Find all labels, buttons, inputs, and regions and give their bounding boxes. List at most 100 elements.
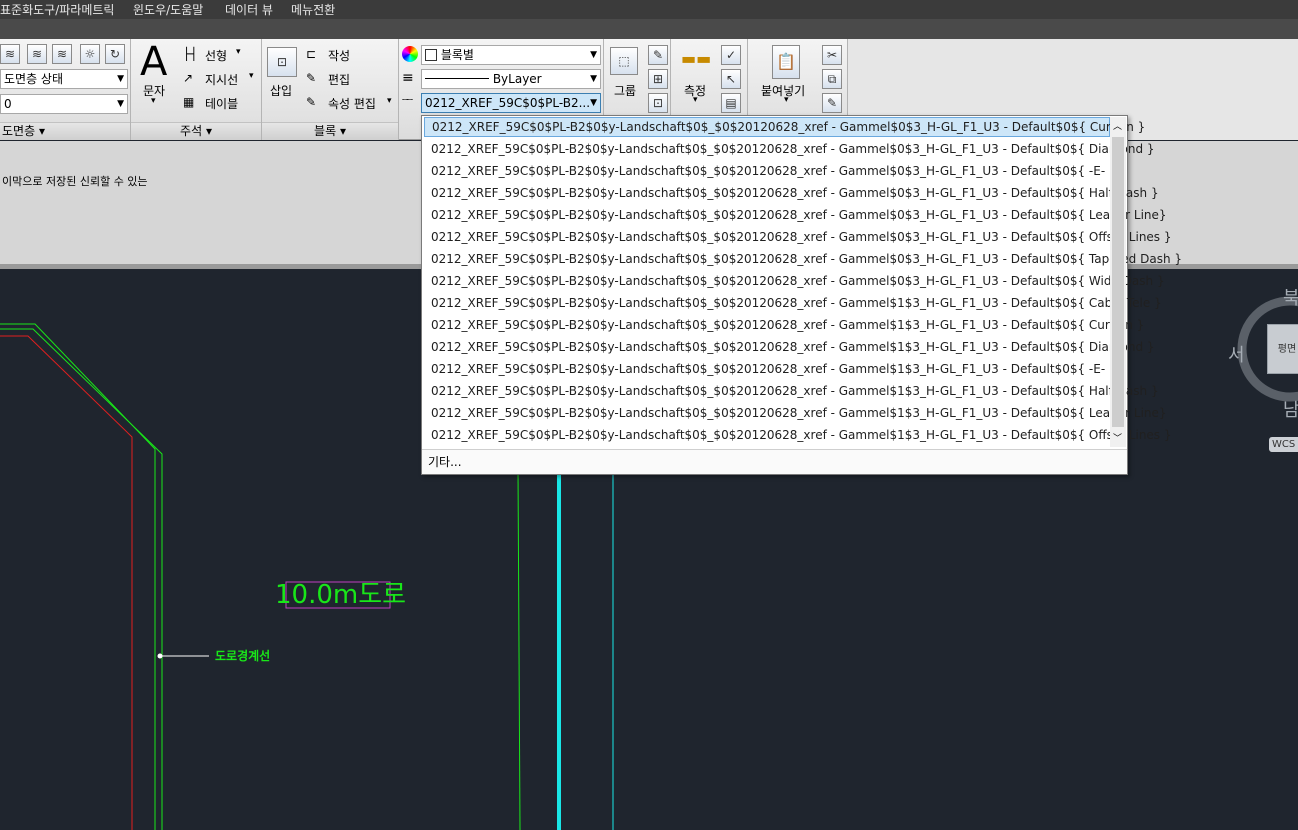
copy-icon[interactable]: ⧉ bbox=[822, 69, 842, 89]
block-panel-title: 블록 bbox=[314, 124, 337, 138]
chevron-down-icon[interactable]: ▾ bbox=[236, 47, 241, 57]
compass-west[interactable]: 서 bbox=[1228, 341, 1245, 367]
layer-combo[interactable]: 0 ▼ bbox=[0, 94, 128, 114]
layers-panel-title: 도면층 bbox=[2, 124, 36, 138]
layer-state-combo[interactable]: 도면층 상태 ▼ bbox=[0, 69, 128, 89]
dropdown-list-item[interactable]: 0212_XREF_59C$0$PL-B2$0$y-Landschaft$0$_… bbox=[424, 271, 1165, 291]
color-wheel-icon bbox=[402, 46, 418, 62]
linetype-dropdown-list: 0212_XREF_59C$0$PL-B2$0$y-Landschaft$0$_… bbox=[421, 115, 1182, 475]
group-edit-icon[interactable]: ⊞ bbox=[648, 69, 668, 89]
dropdown-list-item[interactable]: 0212_XREF_59C$0$PL-B2$0$y-Landschaft$0$_… bbox=[424, 227, 1172, 247]
calculator-icon[interactable]: ▤ bbox=[721, 93, 741, 113]
match-properties-icon[interactable]: ✎ bbox=[822, 93, 842, 113]
layer-isolate-icon[interactable]: ≋ bbox=[27, 44, 47, 64]
edit-block-icon[interactable]: ✎ bbox=[306, 71, 316, 85]
annotation-panel-title: 주석 bbox=[180, 124, 203, 138]
chevron-down-icon[interactable]: ▾ bbox=[151, 96, 156, 106]
menu-item-standard-tools[interactable]: 표준화도구/파라메트릭 bbox=[0, 1, 114, 18]
layer-state-value: 도면층 상태 bbox=[4, 72, 64, 86]
cut-icon[interactable]: ✂ bbox=[822, 45, 842, 65]
text-tool-icon[interactable]: A bbox=[140, 39, 167, 85]
menu-item-switch-menu[interactable]: 메뉴전환 bbox=[291, 1, 335, 18]
annotation-panel-footer[interactable]: 주석 ▾ bbox=[131, 122, 261, 140]
chevron-down-icon: ▼ bbox=[590, 74, 597, 84]
layers-panel-footer[interactable]: 도면층 ▾ bbox=[0, 122, 130, 140]
menu-item-data-view[interactable]: 데이터 뷰 bbox=[225, 1, 273, 18]
paste-icon[interactable]: 📋 bbox=[772, 45, 800, 79]
color-combo[interactable]: 블록별 ▼ bbox=[421, 45, 601, 65]
edit-attribute-icon[interactable]: ✎ bbox=[306, 95, 316, 109]
table-icon[interactable]: ▦ bbox=[183, 95, 194, 109]
scroll-down-icon[interactable]: ﹀ bbox=[1113, 431, 1122, 444]
chevron-down-icon: ▼ bbox=[117, 74, 124, 84]
chevron-down-icon: ▼ bbox=[117, 99, 124, 109]
linetype-combo[interactable]: 0212_XREF_59C$0$PL-B2... ▼ bbox=[421, 93, 601, 113]
title-strip bbox=[0, 19, 1298, 39]
lineweight-sample bbox=[425, 78, 489, 79]
dropdown-other-option[interactable]: 기타... bbox=[422, 449, 1127, 474]
annotation-panel: A 문자 ▾ ├┤ 선형 ▾ ↗ 지시선 ▾ ▦ 테이블 주석 ▾ bbox=[131, 39, 262, 140]
dropdown-list-item[interactable]: 0212_XREF_59C$0$PL-B2$0$y-Landschaft$0$_… bbox=[424, 205, 1167, 225]
quick-select-icon[interactable]: ✓ bbox=[721, 45, 741, 65]
dropdown-list-item[interactable]: 0212_XREF_59C$0$PL-B2$0$y-Landschaft$0$_… bbox=[424, 249, 1182, 269]
dropdown-list-item[interactable]: 0212_XREF_59C$0$PL-B2$0$y-Landschaft$0$_… bbox=[424, 381, 1159, 401]
dropdown-scrollbar[interactable]: ︿ ﹀ bbox=[1110, 117, 1126, 447]
linetype-icon: ┄┄ bbox=[402, 95, 413, 106]
dropdown-list-item[interactable]: 0212_XREF_59C$0$PL-B2$0$y-Landschaft$0$_… bbox=[424, 359, 1117, 379]
menu-item-window-help[interactable]: 윈도우/도움말 bbox=[133, 1, 203, 18]
insert-block-icon[interactable]: ⊡ bbox=[267, 47, 297, 77]
group-select-icon[interactable]: ⊡ bbox=[648, 93, 668, 113]
linear-dimension-button[interactable]: 선형 bbox=[205, 47, 227, 64]
edit-attribute-button[interactable]: 속성 편집 bbox=[328, 95, 376, 112]
wcs-menu[interactable]: WCS bbox=[1269, 437, 1298, 452]
lineweight-combo-value: ByLayer bbox=[492, 72, 542, 86]
table-button[interactable]: 테이블 bbox=[205, 95, 238, 112]
chevron-down-icon[interactable]: ▾ bbox=[387, 96, 392, 106]
layer-lock-icon[interactable]: ↻ bbox=[105, 44, 125, 64]
dropdown-list-item[interactable]: 0212_XREF_59C$0$PL-B2$0$y-Landschaft$0$_… bbox=[424, 425, 1172, 445]
layers-panel: ≋ ≋ ≋ ☼ ↻ 도면층 상태 ▼ 0 ▼ 도면층 ▾ bbox=[0, 39, 131, 140]
chevron-down-icon[interactable]: ▾ bbox=[784, 95, 789, 105]
create-block-icon[interactable]: ⊏ bbox=[306, 47, 316, 61]
layer-properties-icon[interactable]: ≋ bbox=[0, 44, 20, 64]
dropdown-list-item[interactable]: 0212_XREF_59C$0$PL-B2$0$y-Landschaft$0$_… bbox=[424, 403, 1167, 423]
group-icon[interactable]: ⬚ bbox=[610, 47, 638, 75]
dropdown-list-item[interactable]: 0212_XREF_59C$0$PL-B2$0$y-Landschaft$0$_… bbox=[424, 315, 1144, 335]
dropdown-list-item[interactable]: 0212_XREF_59C$0$PL-B2$0$y-Landschaft$0$_… bbox=[424, 161, 1117, 181]
leader-icon[interactable]: ↗ bbox=[183, 71, 193, 85]
group-button[interactable]: 그룹 bbox=[614, 82, 636, 99]
dropdown-list-item[interactable]: 0212_XREF_59C$0$PL-B2$0$y-Landschaft$0$_… bbox=[424, 337, 1155, 357]
insert-button[interactable]: 삽입 bbox=[270, 82, 292, 99]
create-block-button[interactable]: 작성 bbox=[328, 47, 350, 64]
dropdown-list-item[interactable]: 0212_XREF_59C$0$PL-B2$0$y-Landschaft$0$_… bbox=[424, 183, 1159, 203]
dropdown-list-item[interactable]: 0212_XREF_59C$0$PL-B2$0$y-Landschaft$0$_… bbox=[424, 139, 1155, 159]
scrollbar-thumb[interactable] bbox=[1112, 137, 1124, 427]
lineweight-icon: ≡ bbox=[402, 70, 414, 86]
dropdown-list-item[interactable]: 0212_XREF_59C$0$PL-B2$0$y-Landschaft$0$_… bbox=[424, 293, 1162, 313]
linear-dimension-icon[interactable]: ├┤ bbox=[183, 47, 197, 61]
layer-value: 0 bbox=[4, 97, 12, 111]
chevron-down-icon: ▼ bbox=[590, 50, 597, 60]
viewcube-top-face[interactable]: 평면 bbox=[1267, 324, 1298, 374]
compass-south[interactable]: 남 bbox=[1283, 396, 1298, 422]
compass-north[interactable]: 북 bbox=[1283, 284, 1298, 310]
leader-button[interactable]: 지시선 bbox=[205, 71, 238, 88]
block-panel-footer[interactable]: 블록 ▾ bbox=[262, 122, 398, 140]
command-line-text: 이막으로 저장된 신뢰할 수 있는 bbox=[2, 175, 148, 188]
chevron-down-icon[interactable]: ▾ bbox=[693, 95, 698, 105]
layer-off-icon[interactable]: ☼ bbox=[80, 44, 100, 64]
select-all-icon[interactable]: ↖ bbox=[721, 69, 741, 89]
road-width-label[interactable]: 10.0m도로 bbox=[275, 580, 406, 610]
menu-bar: 표준화도구/파라메트릭 윈도우/도움말 데이터 뷰 메뉴전환 bbox=[0, 0, 1298, 19]
edit-block-button[interactable]: 편집 bbox=[328, 71, 350, 88]
dropdown-list-item[interactable]: 0212_XREF_59C$0$PL-B2$0$y-Landschaft$0$_… bbox=[424, 117, 1145, 137]
chevron-down-icon: ▼ bbox=[590, 98, 597, 108]
chevron-down-icon[interactable]: ▾ bbox=[249, 71, 254, 81]
layer-freeze-icon[interactable]: ≋ bbox=[52, 44, 72, 64]
lineweight-combo[interactable]: ByLayer ▼ bbox=[421, 69, 601, 89]
measure-icon[interactable]: ▬▬ bbox=[681, 49, 711, 68]
boundary-label[interactable]: 도로경계선 bbox=[215, 648, 270, 663]
ungroup-icon[interactable]: ✎ bbox=[648, 45, 668, 65]
block-panel: ⊡ 삽입 ⊏ 작성 ✎ 편집 ✎ 속성 편집 ▾ 블록 ▾ bbox=[262, 39, 399, 140]
scroll-up-icon[interactable]: ︿ bbox=[1113, 119, 1122, 132]
